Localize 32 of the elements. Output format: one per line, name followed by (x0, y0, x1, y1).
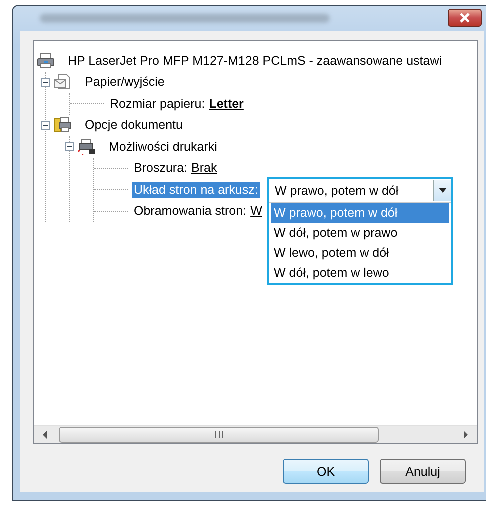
scrollbar-thumb[interactable] (59, 426, 379, 442)
printer-icon (37, 52, 55, 69)
scroll-right-icon[interactable] (463, 430, 469, 438)
dropdown-option[interactable]: W lewo, potem w dół (271, 243, 449, 263)
tree-item-label[interactable]: Rozmiar papieru: (108, 96, 208, 112)
setting-value-link[interactable]: W (250, 204, 262, 218)
collapse-icon[interactable] (41, 120, 50, 130)
close-button[interactable] (448, 8, 482, 26)
collapse-icon[interactable] (41, 78, 50, 87)
setting-value-link[interactable]: Letter (209, 96, 244, 111)
scroll-left-icon[interactable] (42, 430, 48, 438)
grip-icon (214, 431, 224, 438)
setting-value-link[interactable]: Brak (192, 161, 218, 176)
caret-icon (438, 188, 446, 193)
printer-tools-icon (78, 138, 96, 155)
dropdown-option[interactable]: W prawo, potem w dół (271, 203, 449, 223)
dialog-button[interactable]: Anuluj (380, 459, 466, 484)
close-icon (458, 12, 472, 22)
tree-item-label[interactable]: Możliwości drukarki (107, 138, 220, 155)
dropdown-option[interactable]: W dół, potem w prawo (271, 223, 449, 243)
tree-item-label[interactable]: Układ stron na arkusz: (132, 182, 260, 198)
tree-item-label[interactable]: Papier/wyjście (83, 74, 167, 90)
tree-item-label[interactable]: Broszura: (132, 160, 190, 176)
horizontal-scrollbar[interactable] (34, 425, 477, 443)
dropdown-option[interactable]: W dół, potem w lewo (271, 263, 449, 283)
printer-folder-icon (54, 117, 72, 134)
collapse-icon[interactable] (65, 142, 74, 152)
tree-item-label[interactable]: Opcje dokumentu (83, 117, 185, 134)
dialog-button[interactable]: OK (283, 459, 369, 484)
tree-item-label[interactable]: Obramowania stron: (132, 203, 249, 220)
tree-item-label[interactable]: HP LaserJet Pro MFP M127-M128 PCLmS - zaawansowane ustawi (66, 52, 444, 69)
envelope-page-icon (54, 74, 72, 90)
